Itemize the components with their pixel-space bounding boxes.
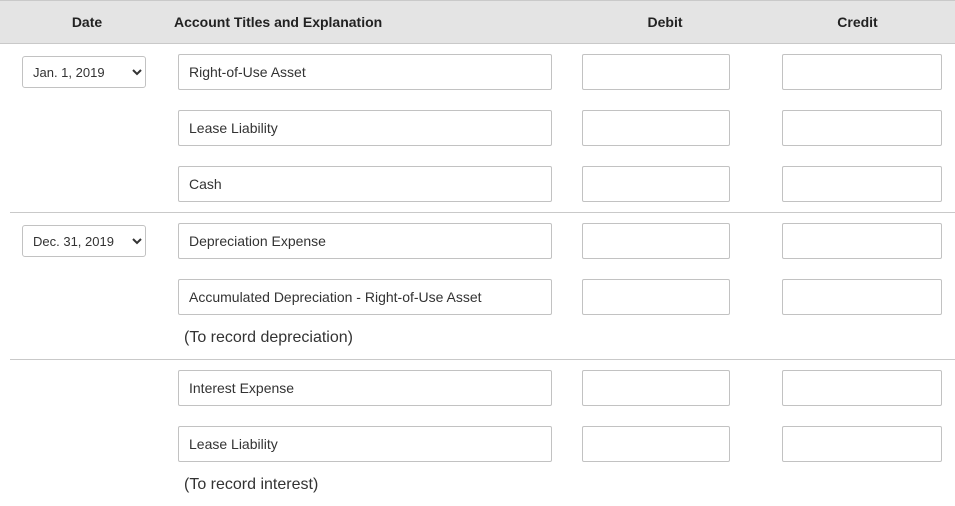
account-input[interactable] — [178, 110, 552, 146]
debit-input[interactable] — [582, 166, 730, 202]
date-select[interactable]: Jan. 1, 2019 Dec. 31, 2019 — [22, 56, 146, 88]
col-header-account: Account Titles and Explanation — [170, 14, 570, 30]
col-header-debit: Debit — [570, 14, 760, 30]
table-row — [0, 416, 955, 472]
table-row: Jan. 1, 2019 Dec. 31, 2019 — [0, 44, 955, 100]
debit-input[interactable] — [582, 370, 730, 406]
table-row — [0, 269, 955, 325]
explanation-text: (To record interest) — [178, 476, 318, 494]
account-input[interactable] — [178, 370, 552, 406]
table-row: Jan. 1, 2019 Dec. 31, 2019 — [0, 213, 955, 269]
credit-input[interactable] — [782, 279, 942, 315]
explanation-row: (To record depreciation) — [0, 325, 955, 359]
account-input[interactable] — [178, 54, 552, 90]
account-input[interactable] — [178, 279, 552, 315]
explanation-row: (To record interest) — [0, 472, 955, 506]
credit-input[interactable] — [782, 426, 942, 462]
debit-input[interactable] — [582, 110, 730, 146]
table-row — [0, 100, 955, 156]
credit-input[interactable] — [782, 54, 942, 90]
credit-input[interactable] — [782, 110, 942, 146]
table-header: Date Account Titles and Explanation Debi… — [0, 0, 955, 44]
col-header-credit: Credit — [760, 14, 955, 30]
col-header-date: Date — [0, 14, 170, 30]
journal-entry-table: Date Account Titles and Explanation Debi… — [0, 0, 955, 506]
credit-input[interactable] — [782, 370, 942, 406]
debit-input[interactable] — [582, 426, 730, 462]
table-row — [0, 360, 955, 416]
account-input[interactable] — [178, 223, 552, 259]
table-row — [0, 156, 955, 212]
account-input[interactable] — [178, 426, 552, 462]
credit-input[interactable] — [782, 223, 942, 259]
explanation-text: (To record depreciation) — [178, 329, 353, 347]
debit-input[interactable] — [582, 223, 730, 259]
debit-input[interactable] — [582, 54, 730, 90]
date-select[interactable]: Jan. 1, 2019 Dec. 31, 2019 — [22, 225, 146, 257]
credit-input[interactable] — [782, 166, 942, 202]
debit-input[interactable] — [582, 279, 730, 315]
account-input[interactable] — [178, 166, 552, 202]
